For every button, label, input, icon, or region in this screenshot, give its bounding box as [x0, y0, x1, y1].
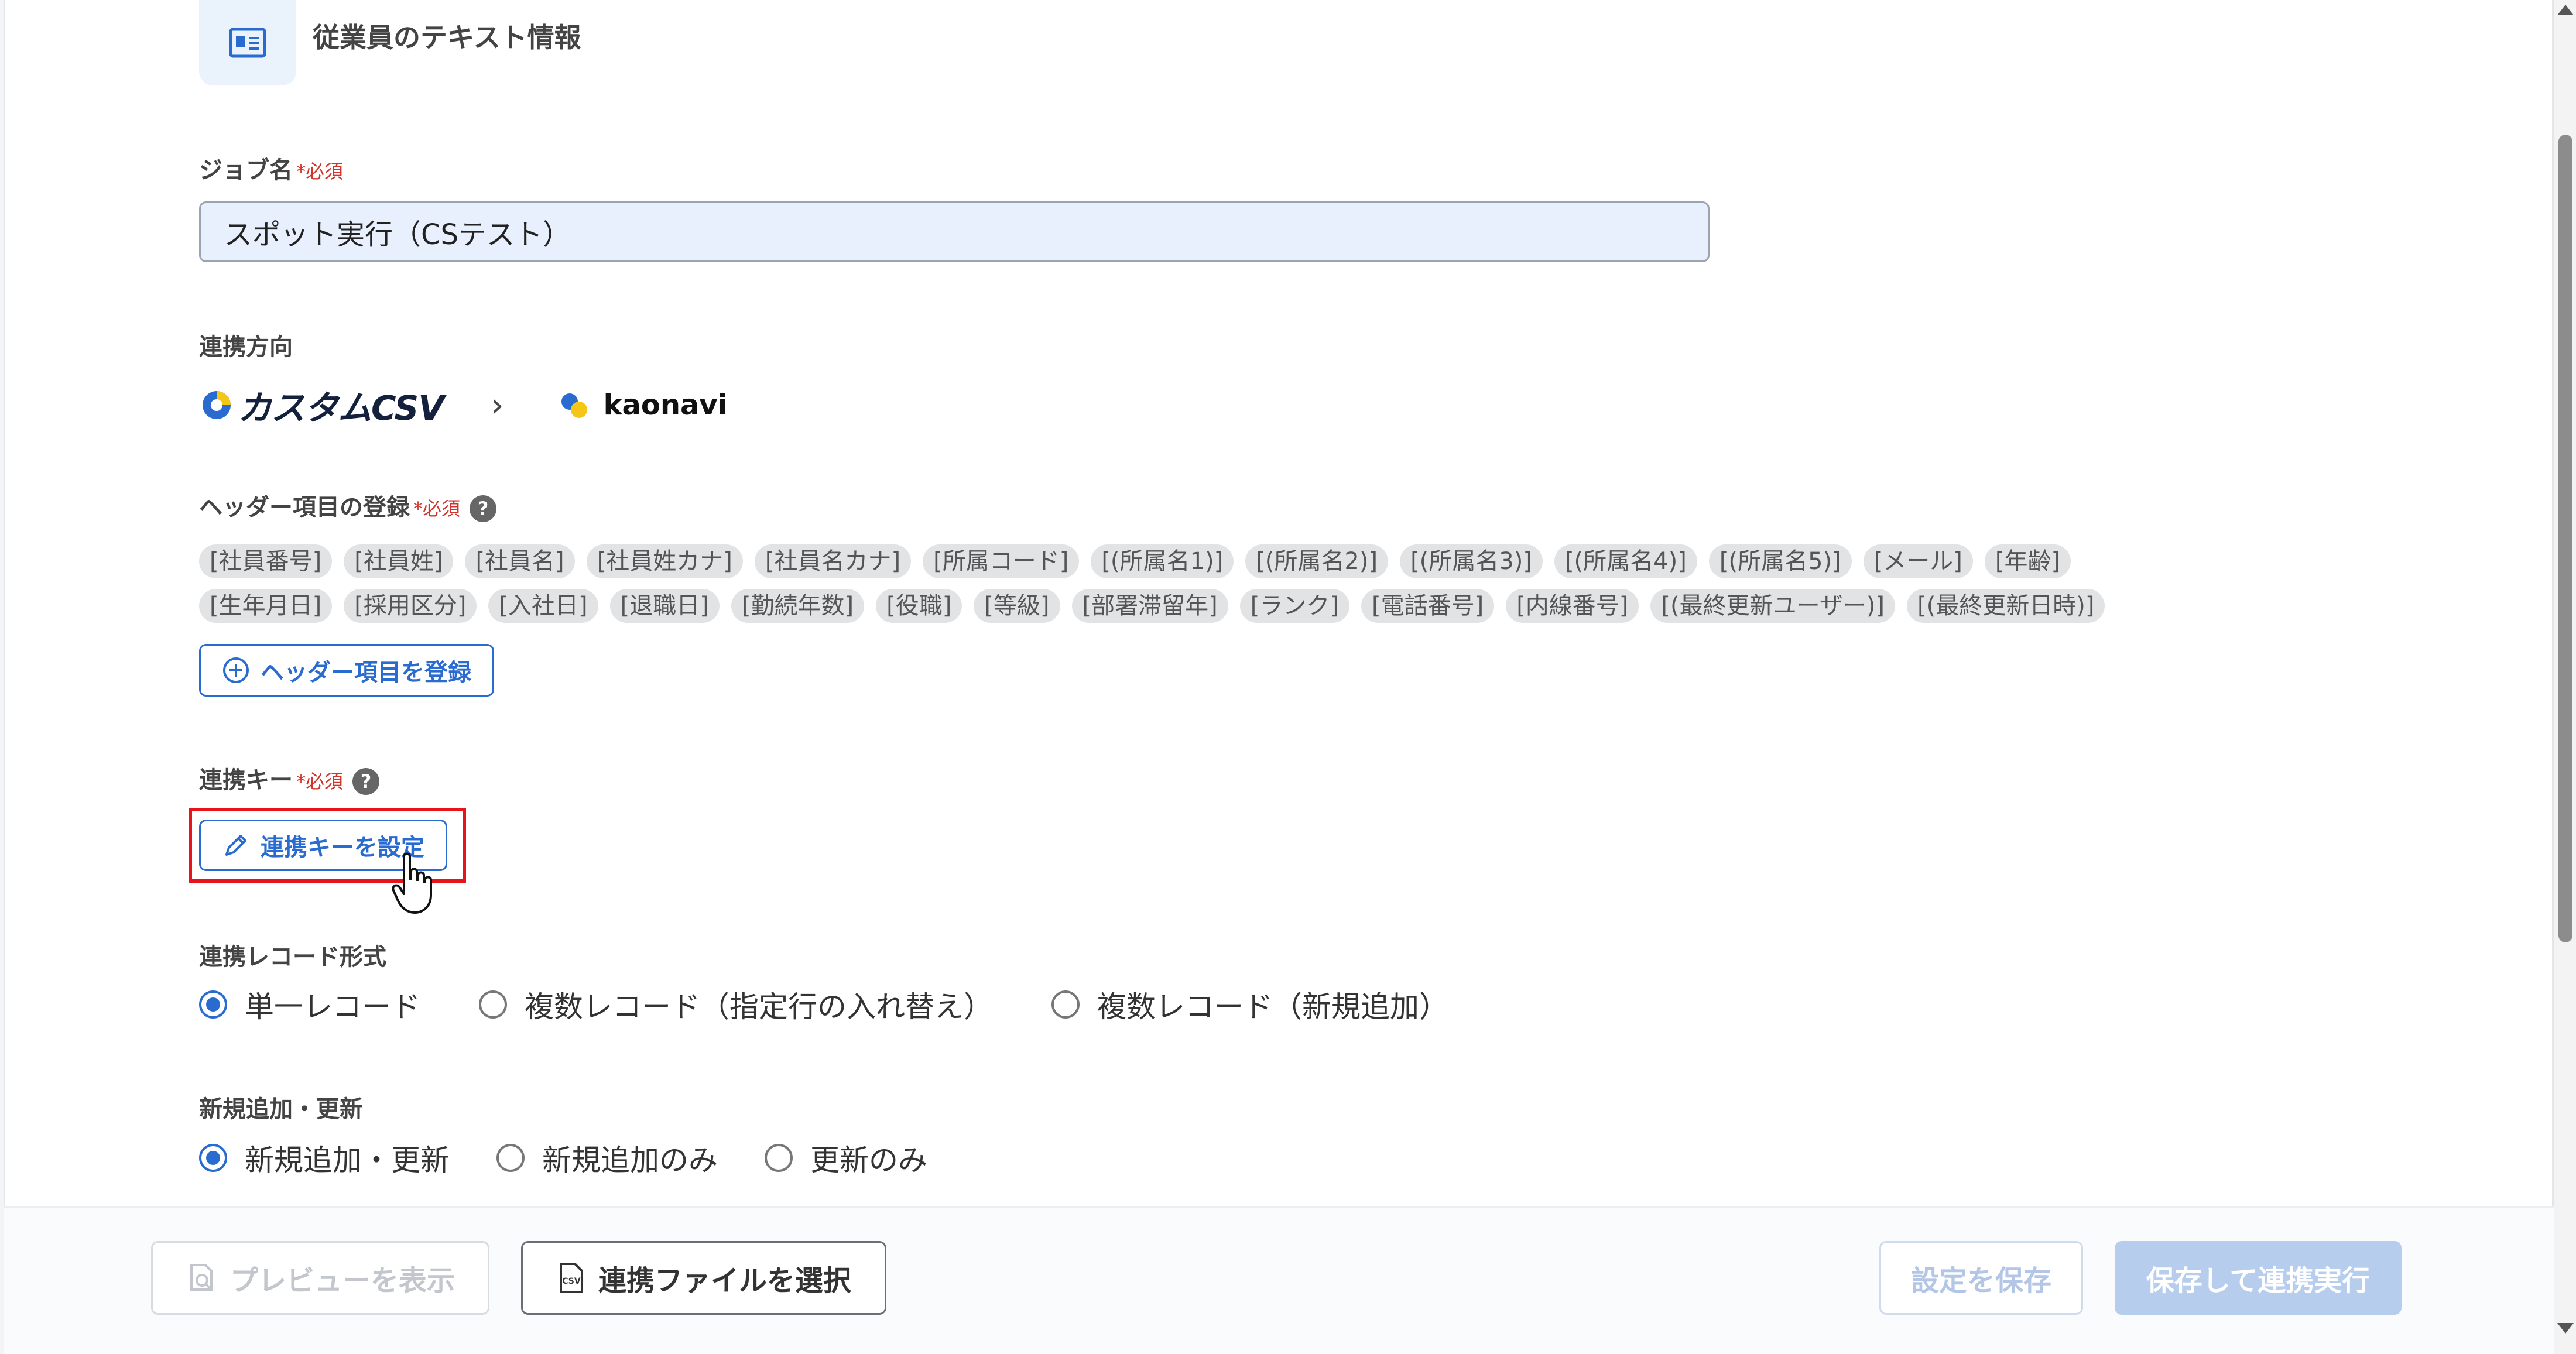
radio-multi-append[interactable]: 複数レコード（新規追加）	[1051, 983, 1448, 1026]
header-chips: [社員番号] [社員姓] [社員名] [社員姓カナ] [社員名カナ] [所属コード] [(所…	[199, 544, 2307, 633]
job-name-label: ジョブ名 *必須	[199, 151, 343, 185]
radio-multi-replace[interactable]: 複数レコード（指定行の入れ替え）	[479, 983, 993, 1026]
header-item-chip: [(最終更新ユーザー)]	[1650, 589, 1896, 623]
kaonavi-logo-icon	[561, 393, 587, 418]
radio-label: 複数レコード（指定行の入れ替え）	[525, 990, 993, 1024]
preview-button[interactable]: プレビューを表示	[151, 1241, 489, 1315]
header-item-chip: [年齢]	[1984, 544, 2071, 578]
header-item-chip: [内線番号]	[1506, 589, 1639, 623]
preview-button-label: プレビューを表示	[229, 1264, 455, 1297]
header-item-chip: [退職日]	[609, 589, 720, 623]
select-file-button[interactable]: CSV 連携ファイルを選択	[521, 1241, 886, 1315]
hand-cursor-icon	[392, 852, 432, 914]
radio-label: 新規追加・更新	[245, 1143, 450, 1177]
radio-checked-icon	[199, 1144, 227, 1172]
header-item-chip: [等級]	[974, 589, 1060, 623]
link-key-label-text: 連携キー	[199, 767, 293, 794]
radio-checked-icon	[199, 990, 227, 1019]
scroll-down-arrow-icon[interactable]	[2557, 1323, 2574, 1334]
header-item-chip: [生年月日]	[199, 589, 333, 623]
chevron-right-icon: ›	[491, 386, 504, 424]
chip-row: [生年月日] [採用区分] [入社日] [退職日] [勤続年数] [役職] [等級] [部署滞…	[199, 589, 2307, 623]
job-name-label-text: ジョブ名	[199, 157, 293, 184]
custom-csv-logo-icon	[203, 391, 231, 419]
header-item-chip: [社員名カナ]	[754, 544, 912, 578]
radio-single-record[interactable]: 単一レコード	[199, 983, 420, 1026]
chip-row: [社員番号] [社員姓] [社員名] [社員姓カナ] [社員名カナ] [所属コード] [(所…	[199, 544, 2307, 578]
plus-circle-icon	[223, 657, 249, 683]
header-item-chip: [(所属名5)]	[1708, 544, 1852, 578]
radio-label: 新規追加のみ	[542, 1143, 718, 1177]
header-items-label: ヘッダー項目の登録 *必須?	[199, 488, 497, 522]
header-item-chip: [メール]	[1863, 544, 1973, 578]
target-name: kaonavi	[603, 389, 728, 421]
header-item-chip: [社員姓カナ]	[586, 544, 743, 578]
radio-unchecked-icon	[1051, 990, 1080, 1019]
radio-unchecked-icon	[765, 1144, 793, 1172]
record-format-label: 連携レコード形式	[199, 944, 386, 971]
save-settings-button-label: 設定を保存	[1910, 1264, 2051, 1297]
required-mark: *必須	[296, 160, 344, 183]
job-name-value: スポット実行（CSテスト）	[224, 218, 571, 251]
header-item-chip: [社員番号]	[199, 544, 333, 578]
add-update-radio-group: 新規追加・更新 新規追加のみ 更新のみ	[199, 1137, 986, 1179]
header-items-label-text: ヘッダー項目の登録	[199, 494, 410, 521]
header-item-chip: [部署滞留年]	[1071, 589, 1228, 623]
scroll-up-arrow-icon[interactable]	[2557, 5, 2574, 15]
header-item-chip: [役職]	[876, 589, 962, 623]
save-and-run-button-label: 保存して連携実行	[2146, 1264, 2371, 1297]
radio-label: 複数レコード（新規追加）	[1097, 990, 1448, 1024]
pencil-icon	[225, 835, 246, 856]
header-item-chip: [社員名]	[465, 544, 575, 578]
job-name-input[interactable]: スポット実行（CSテスト）	[199, 201, 1710, 262]
save-and-run-button[interactable]: 保存して連携実行	[2115, 1241, 2402, 1315]
source-name: カスタムCSV	[238, 388, 444, 428]
select-file-button-label: 連携ファイルを選択	[598, 1264, 851, 1297]
radio-unchecked-icon	[496, 1144, 525, 1172]
direction-row: カスタムCSV › kaonavi	[199, 381, 727, 430]
svg-text:CSV: CSV	[562, 1277, 581, 1286]
help-icon[interactable]: ?	[470, 495, 497, 522]
radio-add-only[interactable]: 新規追加のみ	[496, 1137, 718, 1179]
id-card-icon	[199, 0, 296, 85]
help-icon[interactable]: ?	[352, 768, 380, 795]
header-item-chip: [(所属名4)]	[1554, 544, 1697, 578]
register-header-button[interactable]: ヘッダー項目を登録	[199, 644, 494, 697]
header-item-chip: [所属コード]	[923, 544, 1080, 578]
csv-file-icon: CSV	[559, 1263, 583, 1293]
header-item-chip: [(最終更新日時)]	[1907, 589, 2105, 623]
radio-label: 単一レコード	[245, 990, 420, 1024]
radio-add-update[interactable]: 新規追加・更新	[199, 1137, 450, 1179]
header-item-chip: [電話番号]	[1361, 589, 1495, 623]
scrollbar-thumb[interactable]	[2558, 135, 2572, 942]
save-settings-button[interactable]: 設定を保存	[1879, 1241, 2083, 1315]
header-item-chip: [入社日]	[488, 589, 598, 623]
header-item-chip: [(所属名2)]	[1245, 544, 1389, 578]
radio-label: 更新のみ	[810, 1143, 927, 1177]
add-update-label: 新規追加・更新	[199, 1096, 363, 1123]
direction-label: 連携方向	[199, 334, 293, 361]
radio-unchecked-icon	[479, 990, 507, 1019]
header-item-chip: [(所属名3)]	[1400, 544, 1543, 578]
section-title: 従業員のテキスト情報	[313, 22, 581, 53]
preview-icon	[190, 1264, 214, 1292]
header-item-chip: [勤続年数]	[731, 589, 865, 623]
link-key-label: 連携キー *必須?	[199, 761, 380, 795]
header-item-chip: [(所属名1)]	[1091, 544, 1234, 578]
register-header-button-label: ヘッダー項目を登録	[261, 659, 471, 686]
header-item-chip: [ランク]	[1239, 589, 1349, 623]
header-item-chip: [社員姓]	[344, 544, 454, 578]
radio-update-only[interactable]: 更新のみ	[765, 1137, 927, 1179]
required-mark: *必須	[296, 770, 344, 793]
record-format-radio-group: 単一レコード 複数レコード（指定行の入れ替え） 複数レコード（新規追加）	[199, 983, 1507, 1026]
required-mark: *必須	[413, 498, 461, 520]
header-item-chip: [採用区分]	[344, 589, 477, 623]
